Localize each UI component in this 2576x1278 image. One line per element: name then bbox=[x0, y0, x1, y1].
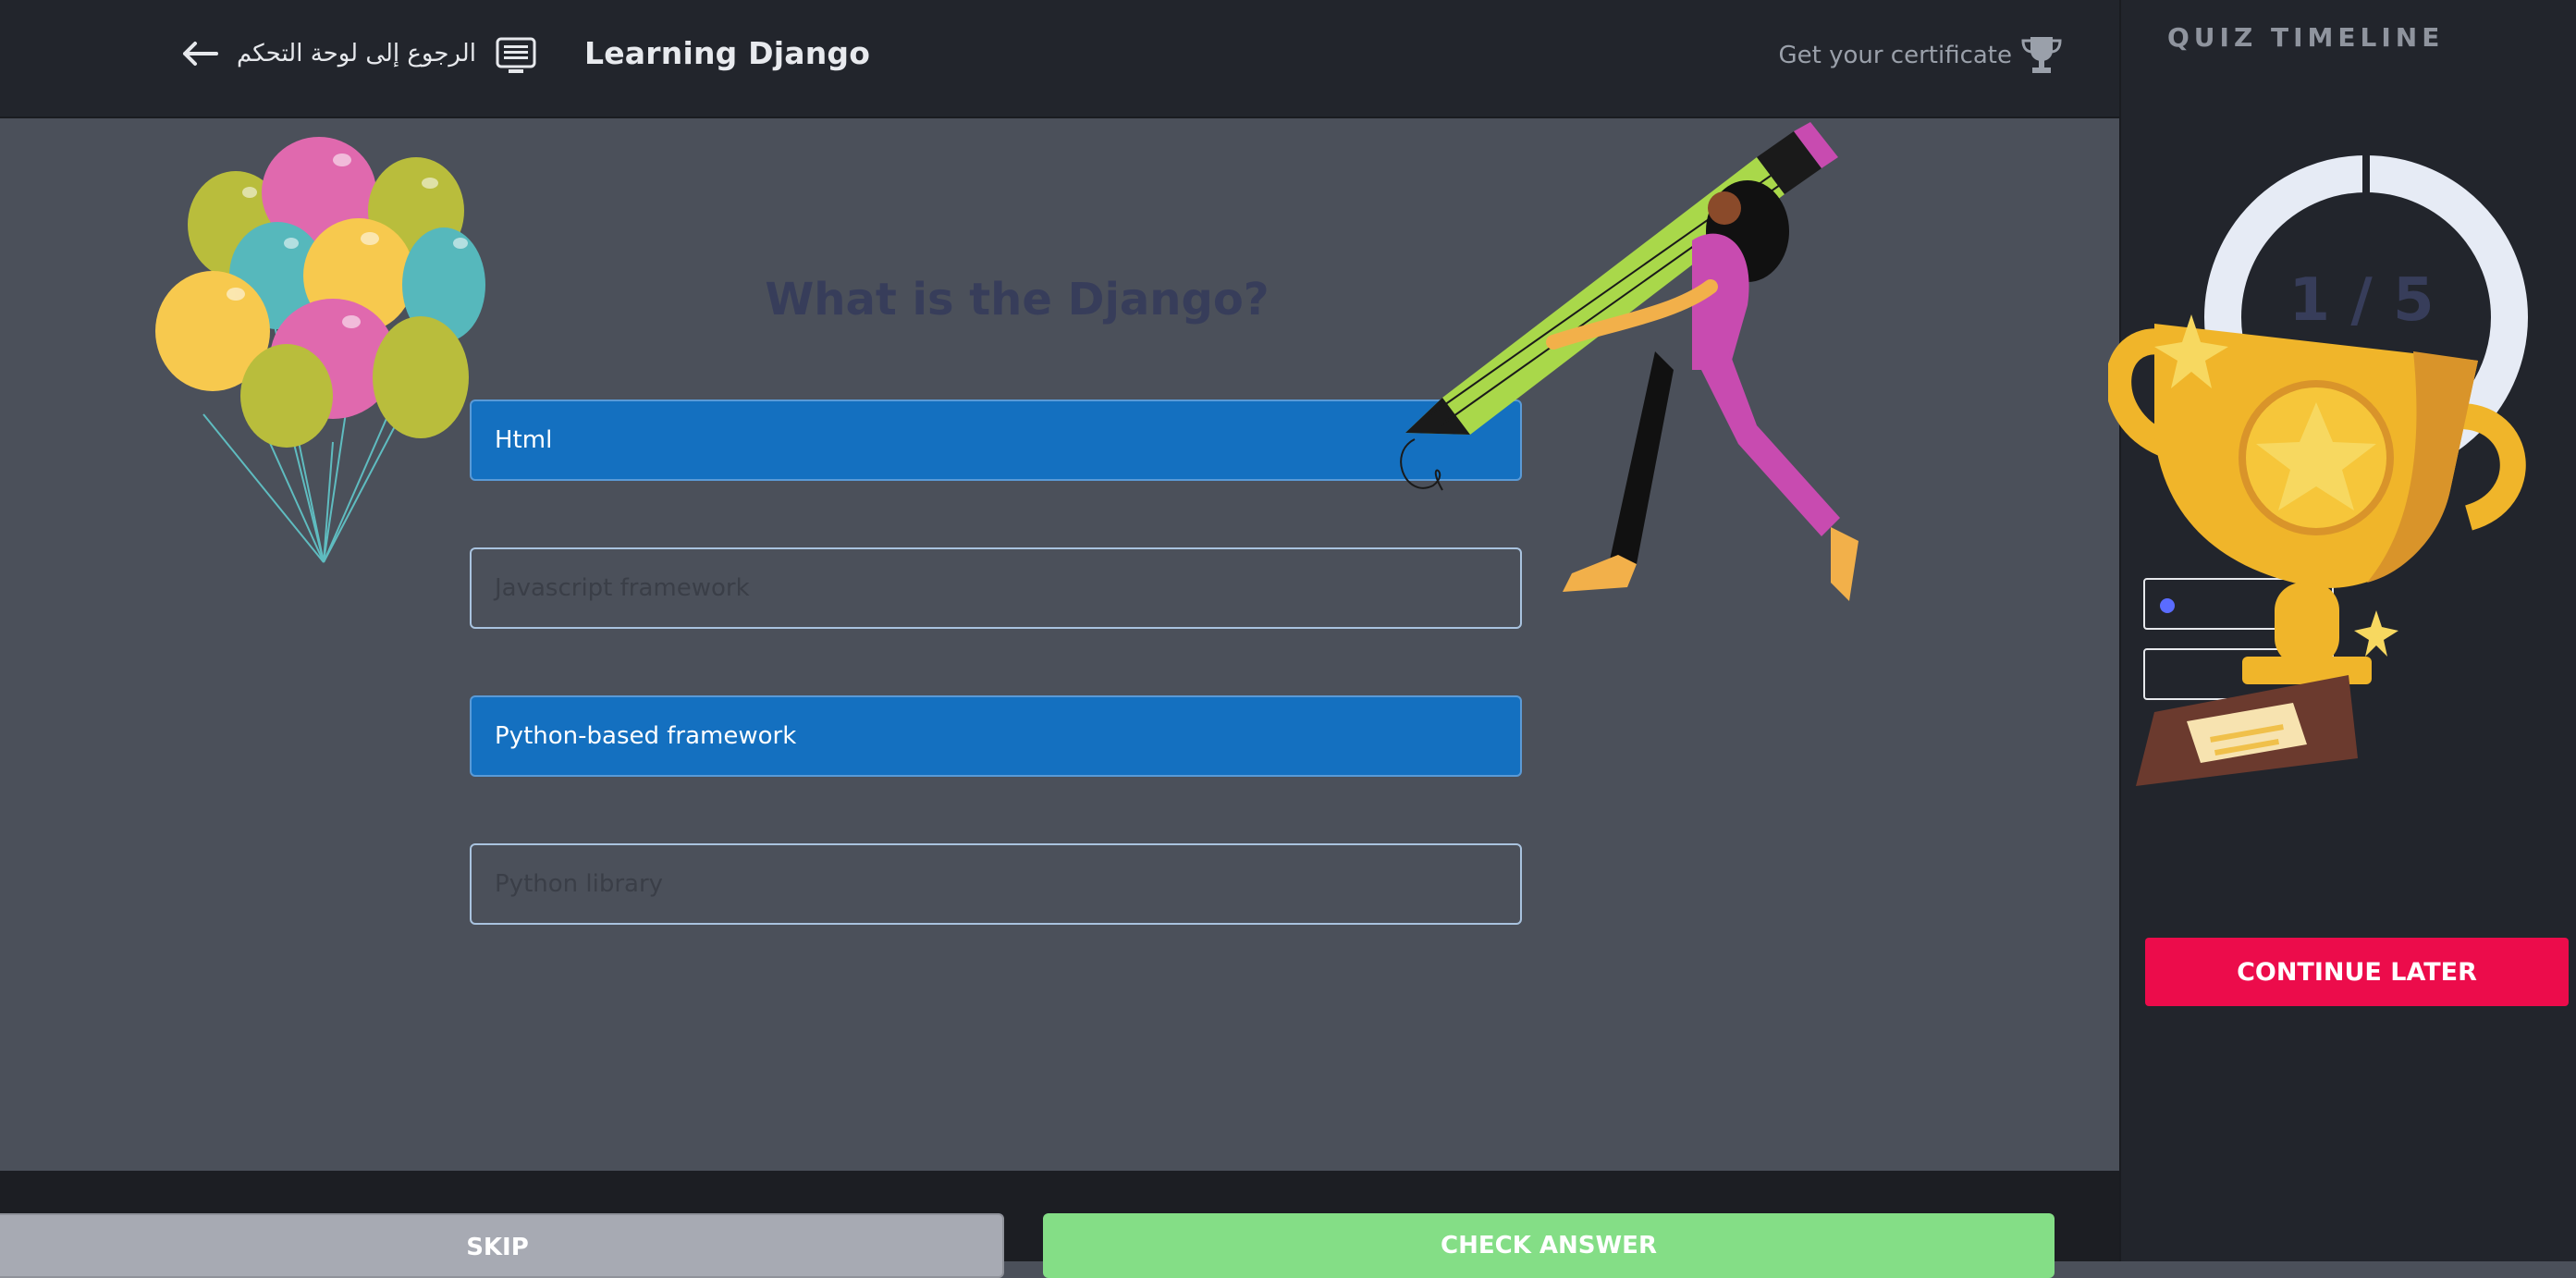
woman-with-pencil-illustration bbox=[1400, 122, 1858, 601]
gold-trophy-illustration bbox=[2108, 314, 2526, 786]
course-title: Learning Django bbox=[584, 35, 871, 71]
answer-option-3[interactable]: Python-based framework bbox=[470, 695, 1522, 777]
top-bar: الرجوع إلى لوحة التحكم Learning Django G… bbox=[0, 0, 2119, 118]
answer-option-2[interactable]: Javascript framework bbox=[470, 547, 1522, 629]
arrow-left-icon bbox=[183, 42, 218, 66]
trophy-icon bbox=[2021, 37, 2062, 73]
balloons-illustration bbox=[155, 137, 485, 563]
list-icon[interactable] bbox=[496, 37, 536, 76]
quiz-timeline-title: QUIZ TIMELINE bbox=[2167, 22, 2445, 53]
question-text: What is the Django? bbox=[765, 274, 1270, 326]
back-to-dashboard-link[interactable]: الرجوع إلى لوحة التحكم bbox=[181, 33, 476, 74]
answer-option-1[interactable]: Html bbox=[470, 399, 1522, 481]
get-certificate-link[interactable]: Get your certificate bbox=[1778, 30, 2064, 81]
back-to-dashboard-label: الرجوع إلى لوحة التحكم bbox=[237, 40, 476, 68]
skip-button[interactable]: SKIP bbox=[0, 1213, 1004, 1278]
check-answer-button[interactable]: CHECK ANSWER bbox=[1043, 1213, 2055, 1278]
get-certificate-label: Get your certificate bbox=[1778, 42, 2012, 69]
continue-later-button[interactable]: CONTINUE LATER bbox=[2145, 938, 2569, 1006]
answer-option-4[interactable]: Python library bbox=[470, 843, 1522, 925]
